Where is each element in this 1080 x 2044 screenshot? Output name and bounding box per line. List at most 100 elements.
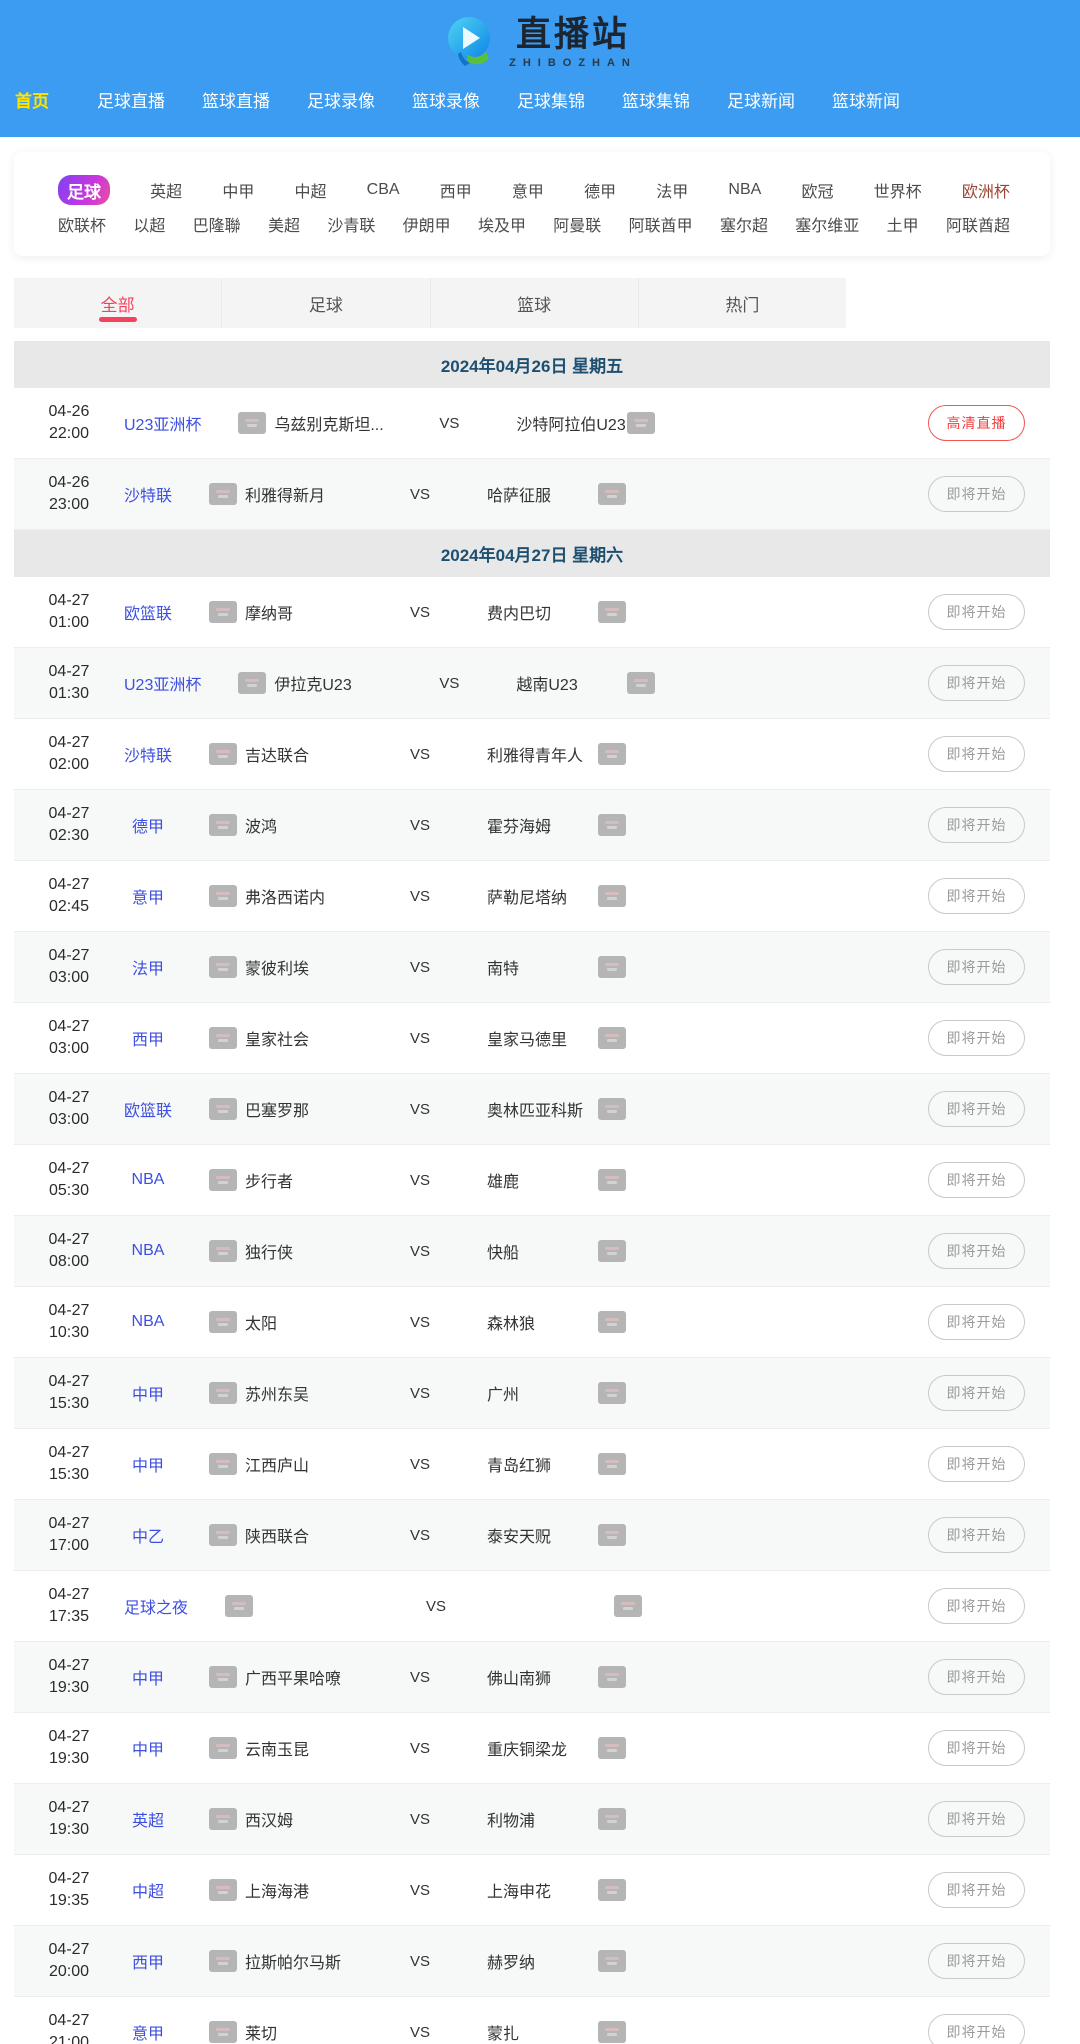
match-row[interactable]: 04-27 19:35 中超 上海海港 VS 上海申花 即将开始 xyxy=(14,1855,1050,1926)
league-link[interactable]: 中甲 xyxy=(132,1381,164,1405)
status-button[interactable]: 即将开始 xyxy=(928,476,1025,512)
match-row[interactable]: 04-27 03:00 西甲 皇家社会 VS 皇家马德里 即将开始 xyxy=(14,1003,1050,1074)
status-button[interactable]: 即将开始 xyxy=(928,878,1025,914)
league-filter-item[interactable]: 德甲 xyxy=(584,178,616,202)
match-row[interactable]: 04-26 22:00 U23亚洲杯 乌兹别克斯坦... VS 沙特阿拉伯U23… xyxy=(14,388,1050,459)
match-row[interactable]: 04-27 10:30 NBA 太阳 VS 森林狼 即将开始 xyxy=(14,1287,1050,1358)
league-filter-item[interactable]: NBA xyxy=(728,181,761,199)
status-button[interactable]: 即将开始 xyxy=(928,1588,1025,1624)
status-button[interactable]: 即将开始 xyxy=(928,1943,1025,1979)
league-link[interactable]: U23亚洲杯 xyxy=(124,411,201,435)
league-filter-item[interactable]: 塞尔维亚 xyxy=(795,212,859,236)
league-link[interactable]: 沙特联 xyxy=(124,482,172,506)
status-button[interactable]: 即将开始 xyxy=(928,1091,1025,1127)
status-button[interactable]: 即将开始 xyxy=(928,2014,1025,2044)
league-link[interactable]: NBA xyxy=(132,1313,165,1331)
league-filter-item[interactable]: 巴隆聯 xyxy=(193,212,241,236)
league-link[interactable]: 西甲 xyxy=(132,1026,164,1050)
match-row[interactable]: 04-27 21:00 意甲 莱切 VS 蒙扎 即将开始 xyxy=(14,1997,1050,2044)
match-row[interactable]: 04-27 19:30 英超 西汉姆 VS 利物浦 即将开始 xyxy=(14,1784,1050,1855)
league-link[interactable]: 中甲 xyxy=(132,1452,164,1476)
match-row[interactable]: 04-27 19:30 中甲 云南玉昆 VS 重庆铜梁龙 即将开始 xyxy=(14,1713,1050,1784)
status-button[interactable]: 即将开始 xyxy=(928,1446,1025,1482)
nav-item[interactable]: 足球录像 xyxy=(307,87,412,112)
league-link[interactable]: 英超 xyxy=(132,1807,164,1831)
status-button[interactable]: 即将开始 xyxy=(928,1375,1025,1411)
league-link[interactable]: U23亚洲杯 xyxy=(124,671,201,695)
match-row[interactable]: 04-27 17:35 足球之夜 VS 即将开始 xyxy=(14,1571,1050,1642)
status-button[interactable]: 即将开始 xyxy=(928,1801,1025,1837)
league-filter-item[interactable]: 意甲 xyxy=(512,178,544,202)
league-filter-item[interactable]: 沙青联 xyxy=(327,212,375,236)
league-link[interactable]: 中甲 xyxy=(132,1665,164,1689)
match-row[interactable]: 04-27 01:00 欧篮联 摩纳哥 VS 费内巴切 即将开始 xyxy=(14,577,1050,648)
league-filter-item[interactable]: 以超 xyxy=(133,212,165,236)
status-button[interactable]: 即将开始 xyxy=(928,1872,1025,1908)
tab-all[interactable]: 全部 xyxy=(14,278,222,328)
league-link[interactable]: 沙特联 xyxy=(124,742,172,766)
nav-item[interactable]: 篮球录像 xyxy=(412,87,517,112)
nav-item[interactable]: 足球直播 xyxy=(97,87,202,112)
nav-item[interactable]: 篮球新闻 xyxy=(832,87,937,112)
nav-item[interactable]: 首页 xyxy=(15,87,97,112)
league-filter-item[interactable]: 伊朗甲 xyxy=(403,212,451,236)
nav-item[interactable]: 足球新闻 xyxy=(727,87,832,112)
league-link[interactable]: 中超 xyxy=(132,1878,164,1902)
status-button[interactable]: 即将开始 xyxy=(928,1659,1025,1695)
league-filter-item[interactable]: 欧洲杯 xyxy=(962,178,1010,202)
status-button[interactable]: 即将开始 xyxy=(928,1730,1025,1766)
league-link[interactable]: 中乙 xyxy=(132,1523,164,1547)
league-filter-item[interactable]: 阿联酋超 xyxy=(946,212,1010,236)
match-row[interactable]: 04-27 03:00 法甲 蒙彼利埃 VS 南特 即将开始 xyxy=(14,932,1050,1003)
status-button[interactable]: 高清直播 xyxy=(928,405,1025,441)
league-filter-item[interactable]: 阿联酋甲 xyxy=(629,212,693,236)
league-link[interactable]: NBA xyxy=(132,1242,165,1260)
league-filter-item[interactable]: 土甲 xyxy=(887,212,919,236)
match-row[interactable]: 04-27 20:00 西甲 拉斯帕尔马斯 VS 赫罗纳 即将开始 xyxy=(14,1926,1050,1997)
match-row[interactable]: 04-27 02:00 沙特联 吉达联合 VS 利雅得青年人 即将开始 xyxy=(14,719,1050,790)
league-filter-item[interactable]: 世界杯 xyxy=(874,178,922,202)
league-link[interactable]: 法甲 xyxy=(132,955,164,979)
league-link[interactable]: 中甲 xyxy=(132,1736,164,1760)
status-button[interactable]: 即将开始 xyxy=(928,1233,1025,1269)
league-filter-item[interactable]: 英超 xyxy=(150,178,182,202)
match-row[interactable]: 04-27 01:30 U23亚洲杯 伊拉克U23 VS 越南U23 即将开始 xyxy=(14,648,1050,719)
match-row[interactable]: 04-27 15:30 中甲 江西庐山 VS 青岛红狮 即将开始 xyxy=(14,1429,1050,1500)
match-row[interactable]: 04-27 03:00 欧篮联 巴塞罗那 VS 奥林匹亚科斯 即将开始 xyxy=(14,1074,1050,1145)
match-row[interactable]: 04-27 05:30 NBA 步行者 VS 雄鹿 即将开始 xyxy=(14,1145,1050,1216)
football-category-pill[interactable]: 足球 xyxy=(58,175,110,205)
league-filter-item[interactable]: 美超 xyxy=(268,212,300,236)
league-filter-item[interactable]: 欧联杯 xyxy=(58,212,106,236)
league-link[interactable]: 意甲 xyxy=(132,2020,164,2044)
league-link[interactable]: 欧篮联 xyxy=(124,600,172,624)
match-row[interactable]: 04-26 23:00 沙特联 利雅得新月 VS 哈萨征服 即将开始 xyxy=(14,459,1050,530)
league-link[interactable]: 意甲 xyxy=(132,884,164,908)
league-filter-item[interactable]: CBA xyxy=(367,181,400,199)
league-filter-item[interactable]: 阿曼联 xyxy=(553,212,601,236)
league-filter-item[interactable]: 中甲 xyxy=(222,178,254,202)
status-button[interactable]: 即将开始 xyxy=(928,1304,1025,1340)
nav-item[interactable]: 足球集锦 xyxy=(517,87,622,112)
nav-item[interactable]: 篮球直播 xyxy=(202,87,307,112)
league-link[interactable]: 欧篮联 xyxy=(124,1097,172,1121)
status-button[interactable]: 即将开始 xyxy=(928,1517,1025,1553)
league-link[interactable]: 西甲 xyxy=(132,1949,164,1973)
nav-item[interactable]: 篮球集锦 xyxy=(622,87,727,112)
status-button[interactable]: 即将开始 xyxy=(928,807,1025,843)
tab-football[interactable]: 足球 xyxy=(222,278,430,328)
league-link[interactable]: 德甲 xyxy=(132,813,164,837)
tab-hot[interactable]: 热门 xyxy=(639,278,846,328)
league-filter-item[interactable]: 西甲 xyxy=(440,178,472,202)
league-filter-item[interactable]: 欧冠 xyxy=(801,178,833,202)
league-filter-item[interactable]: 塞尔超 xyxy=(720,212,768,236)
tab-basketball[interactable]: 篮球 xyxy=(431,278,639,328)
league-filter-item[interactable]: 埃及甲 xyxy=(478,212,526,236)
status-button[interactable]: 即将开始 xyxy=(928,1162,1025,1198)
league-link[interactable]: 足球之夜 xyxy=(124,1594,188,1618)
match-row[interactable]: 04-27 02:45 意甲 弗洛西诺内 VS 萨勒尼塔纳 即将开始 xyxy=(14,861,1050,932)
status-button[interactable]: 即将开始 xyxy=(928,1020,1025,1056)
league-filter-item[interactable]: 中超 xyxy=(295,178,327,202)
status-button[interactable]: 即将开始 xyxy=(928,594,1025,630)
league-link[interactable]: NBA xyxy=(132,1171,165,1189)
status-button[interactable]: 即将开始 xyxy=(928,949,1025,985)
